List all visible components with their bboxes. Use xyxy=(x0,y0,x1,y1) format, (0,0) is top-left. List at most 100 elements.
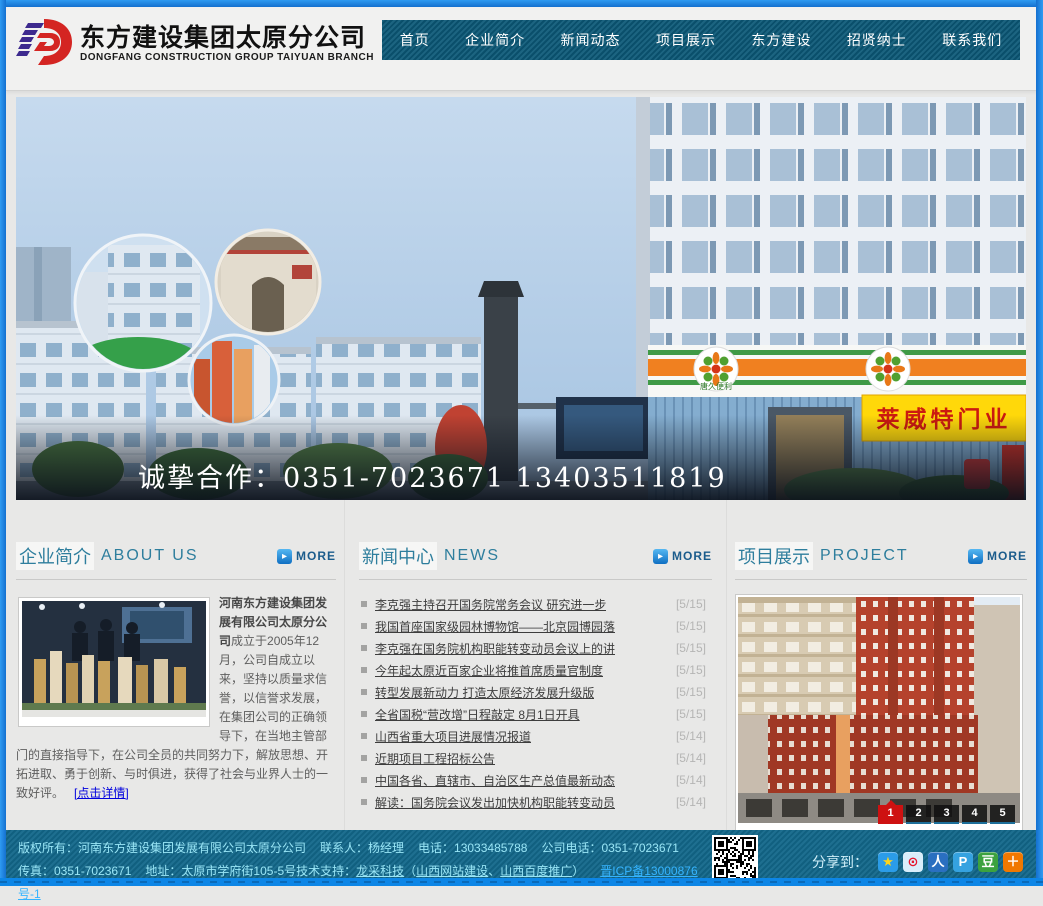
store-brand-text: 唐久便利 xyxy=(700,381,732,391)
news-link[interactable]: 全省国税“营改增”日程敲定 8月1日开具 xyxy=(375,706,580,723)
news-row: 解读：国务院会议发出加快机构职能转变动员 [5/14] xyxy=(359,791,712,813)
news-date: [5/15] xyxy=(676,619,712,633)
page-button-5[interactable]: 5 xyxy=(990,805,1015,824)
project-slideshow[interactable]: 12345 xyxy=(735,594,1023,831)
news-list: 李克强主持召开国务院常务会议 研究进一步[5/15]我国首座国家级园林博物馆——… xyxy=(359,593,712,813)
nav-item-企业简介[interactable]: 企业简介 xyxy=(465,30,525,50)
banner-slogan: 诚挚合作：0351-7023671 13403511819 xyxy=(138,463,727,494)
page-bottom-bar xyxy=(0,878,1043,886)
page-button-1[interactable]: 1 xyxy=(878,805,903,824)
about-section: 企业简介 ABOUT US MORE xyxy=(16,500,336,830)
news-link[interactable]: 李克强在国务院机构职能转变动员会议上的讲 xyxy=(375,640,615,657)
more-arrow-icon xyxy=(653,549,668,564)
bullet-icon xyxy=(361,777,367,783)
news-link[interactable]: 山西省重大项目进展情况报道 xyxy=(375,728,531,745)
project-pagination: 12345 xyxy=(878,805,1015,824)
news-date: [5/14] xyxy=(676,751,712,765)
bullet-icon xyxy=(361,601,367,607)
page-button-4[interactable]: 4 xyxy=(962,805,987,824)
qr-code xyxy=(712,835,758,881)
tencent-weibo-icon[interactable]: P xyxy=(953,852,973,872)
news-more-button[interactable]: MORE xyxy=(653,549,712,564)
news-link[interactable]: 李克强主持召开国务院常务会议 研究进一步 xyxy=(375,596,606,613)
news-row: 今年起太原近百家企业将推首席质量官制度[5/15] xyxy=(359,659,712,681)
logo-title: 东方建设集团太原分公司 xyxy=(80,24,374,52)
news-link[interactable]: 转型发展新动力 打造太原经济发展升级版 xyxy=(375,684,594,701)
bullet-icon xyxy=(361,645,367,651)
news-row: 李克强主持召开国务院常务会议 研究进一步 [5/15] xyxy=(359,593,712,615)
page-left-border xyxy=(0,0,6,878)
shanxi-website-link[interactable]: 山西网站建设 xyxy=(416,864,488,878)
logo-icon xyxy=(14,17,76,69)
news-row: 李克强在国务院机构职能转变动员会议上的讲 [5/15] xyxy=(359,637,712,659)
renren-icon[interactable]: 人 xyxy=(928,852,948,872)
news-link[interactable]: 中国各省、直辖市、自治区生产总值最新动态 xyxy=(375,772,615,789)
nav-item-联系我们[interactable]: 联系我们 xyxy=(942,30,1002,50)
news-link[interactable]: 近期项目工程招标公告 xyxy=(375,750,495,767)
news-title-en: NEWS xyxy=(444,547,500,565)
project-section: 项目展示 PROJECT MORE xyxy=(735,500,1027,830)
about-body: 河南东方建设集团发展有限公司太原分公司成立于2005年12月，公司自成立以来，坚… xyxy=(16,594,336,803)
more-label: MORE xyxy=(672,549,712,563)
news-link[interactable]: 今年起太原近百家企业将推首席质量官制度 xyxy=(375,662,603,679)
project-header: 项目展示 PROJECT MORE xyxy=(735,542,1027,580)
bullet-icon xyxy=(361,689,367,695)
news-date: [5/14] xyxy=(676,729,712,743)
main-nav: 首页 企业简介 新闻动态 项目展示 东方建设 招贤纳士 联系我们 xyxy=(382,20,1020,60)
news-link[interactable]: 我国首座国家级园林博物馆——北京园博园落 xyxy=(375,618,615,635)
news-row: 转型发展新动力 打造太原经济发展升级版 [5/15] xyxy=(359,681,712,703)
about-title-cn: 企业简介 xyxy=(16,542,94,570)
news-date: [5/14] xyxy=(676,795,712,809)
page-button-3[interactable]: 3 xyxy=(934,805,959,824)
bullet-icon xyxy=(361,711,367,717)
news-row: 中国各省、直辖市、自治区生产总值最新动态[5/14] xyxy=(359,769,712,791)
news-date: [5/15] xyxy=(676,597,712,611)
contact-person: 联系人：杨经理 xyxy=(320,841,404,855)
more-arrow-icon xyxy=(277,549,292,564)
about-photo xyxy=(18,597,210,727)
bullet-icon xyxy=(361,667,367,673)
tech-support-link[interactable]: 龙采科技 xyxy=(356,864,404,878)
news-header: 新闻中心 NEWS MORE xyxy=(359,542,712,580)
page-button-2[interactable]: 2 xyxy=(906,805,931,824)
tech-support-label: 技术支持： xyxy=(296,864,356,878)
weibo-icon[interactable]: ⊙ xyxy=(903,852,923,872)
share-more-icon[interactable]: ＋ xyxy=(1003,852,1023,872)
nav-item-东方建设[interactable]: 东方建设 xyxy=(751,30,811,50)
copyright-text: 版权所有：河南东方建设集团发展有限公司太原分公司 xyxy=(18,841,306,855)
project-more-button[interactable]: MORE xyxy=(968,549,1027,564)
company-phone: 公司电话：0351-7023671 xyxy=(541,841,678,855)
news-date: [5/15] xyxy=(676,641,712,655)
page-right-border xyxy=(1036,0,1043,878)
bullet-icon xyxy=(361,755,367,761)
nav-item-招贤纳士[interactable]: 招贤纳士 xyxy=(847,30,907,50)
more-label: MORE xyxy=(296,549,336,563)
news-date: [5/15] xyxy=(676,685,712,699)
about-more-button[interactable]: MORE xyxy=(277,549,336,564)
project-photo xyxy=(738,597,1020,823)
news-link[interactable]: 解读：国务院会议发出加快机构职能转变动员 xyxy=(375,794,615,811)
about-detail-link[interactable]: [点击详情] xyxy=(74,786,129,800)
qzone-icon[interactable]: ★ xyxy=(878,852,898,872)
share-bar: 分享到： ★⊙人P豆＋ xyxy=(812,852,1023,872)
nav-item-首页[interactable]: 首页 xyxy=(400,30,430,50)
bullet-icon xyxy=(361,733,367,739)
about-header: 企业简介 ABOUT US MORE xyxy=(16,542,336,580)
site-logo[interactable]: 东方建设集团太原分公司 DONGFANG CONSTRUCTION GROUP … xyxy=(14,17,374,69)
nav-item-新闻动态[interactable]: 新闻动态 xyxy=(561,30,621,50)
footer: 版权所有：河南东方建设集团发展有限公司太原分公司联系人：杨经理电话：130334… xyxy=(6,830,1037,878)
news-row: 近期项目工程招标公告 [5/14] xyxy=(359,747,712,769)
news-title-cn: 新闻中心 xyxy=(359,542,437,570)
news-row: 我国首座国家级园林博物馆——北京园博园落 [5/15] xyxy=(359,615,712,637)
footer-text: 版权所有：河南东方建设集团发展有限公司太原分公司联系人：杨经理电话：130334… xyxy=(18,837,708,906)
douban-icon[interactable]: 豆 xyxy=(978,852,998,872)
separator: 、 xyxy=(488,864,500,878)
footer-line1: 版权所有：河南东方建设集团发展有限公司太原分公司联系人：杨经理电话：130334… xyxy=(18,837,708,860)
logo-subtitle: DONGFANG CONSTRUCTION GROUP TAIYUAN BRAN… xyxy=(80,52,374,63)
share-label: 分享到： xyxy=(812,852,868,872)
shanxi-baidu-link[interactable]: 山西百度推广 xyxy=(500,864,572,878)
more-arrow-icon xyxy=(968,549,983,564)
project-title-cn: 项目展示 xyxy=(735,542,813,570)
nav-item-项目展示[interactable]: 项目展示 xyxy=(656,30,716,50)
content-area: 企业简介 ABOUT US MORE xyxy=(16,500,1027,830)
